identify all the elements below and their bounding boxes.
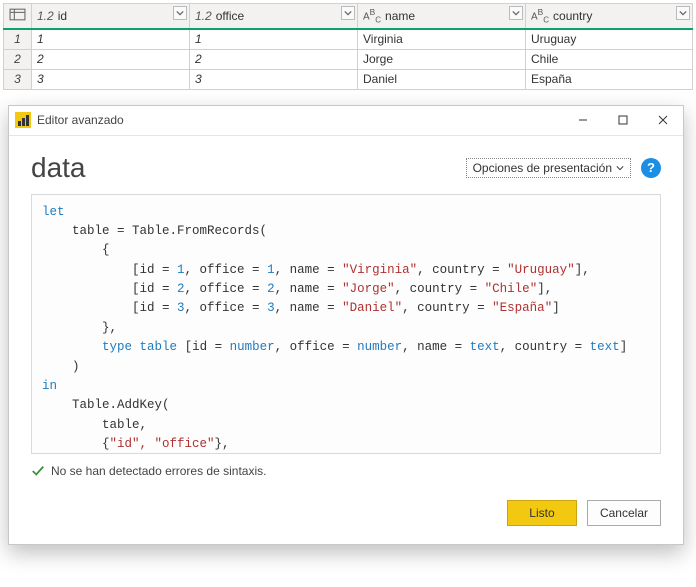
query-name: data bbox=[31, 152, 86, 184]
column-name: country bbox=[553, 9, 592, 23]
row-number: 3 bbox=[4, 69, 32, 89]
help-icon[interactable]: ? bbox=[641, 158, 661, 178]
cell-country: Chile bbox=[526, 49, 693, 69]
display-options-dropdown[interactable]: Opciones de presentación bbox=[466, 158, 631, 178]
close-button[interactable] bbox=[643, 105, 683, 135]
cell-office: 1 bbox=[190, 29, 358, 49]
display-options-label: Opciones de presentación bbox=[473, 161, 612, 175]
chevron-down-icon[interactable] bbox=[676, 6, 690, 20]
check-icon bbox=[31, 464, 45, 478]
column-name: name bbox=[385, 9, 415, 23]
row-number: 1 bbox=[4, 29, 32, 49]
type-label: ABC bbox=[363, 8, 381, 24]
done-button[interactable]: Listo bbox=[507, 500, 577, 526]
column-header-name[interactable]: ABC name bbox=[358, 4, 526, 30]
cell-name: Virginia bbox=[358, 29, 526, 49]
data-grid: 1.2 id 1.2 office ABC name ABC country bbox=[3, 3, 693, 90]
maximize-button[interactable] bbox=[603, 105, 643, 135]
table-row[interactable]: 1 1 1 Virginia Uruguay bbox=[4, 29, 693, 49]
cell-office: 2 bbox=[190, 49, 358, 69]
column-name: id bbox=[58, 9, 67, 23]
row-number: 2 bbox=[4, 49, 32, 69]
table-row[interactable]: 3 3 3 Daniel España bbox=[4, 69, 693, 89]
cell-id: 2 bbox=[32, 49, 190, 69]
cell-id: 3 bbox=[32, 69, 190, 89]
type-label: ABC bbox=[531, 8, 549, 24]
status-text: No se han detectado errores de sintaxis. bbox=[51, 464, 266, 478]
chevron-down-icon[interactable] bbox=[173, 6, 187, 20]
minimize-button[interactable] bbox=[563, 105, 603, 135]
cell-name: Jorge bbox=[358, 49, 526, 69]
cell-name: Daniel bbox=[358, 69, 526, 89]
cancel-button[interactable]: Cancelar bbox=[587, 500, 661, 526]
titlebar: Editor avanzado bbox=[9, 106, 683, 136]
column-header-id[interactable]: 1.2 id bbox=[32, 4, 190, 30]
cell-id: 1 bbox=[32, 29, 190, 49]
type-label: 1.2 bbox=[37, 9, 54, 23]
chevron-down-icon[interactable] bbox=[341, 6, 355, 20]
dialog-title: Editor avanzado bbox=[37, 113, 563, 127]
chevron-down-icon[interactable] bbox=[509, 6, 523, 20]
advanced-editor-dialog: Editor avanzado data Opciones de present… bbox=[8, 105, 684, 545]
table-corner-icon[interactable] bbox=[4, 4, 32, 30]
table-row[interactable]: 2 2 2 Jorge Chile bbox=[4, 49, 693, 69]
grid-header-row: 1.2 id 1.2 office ABC name ABC country bbox=[4, 4, 693, 30]
cell-country: Uruguay bbox=[526, 29, 693, 49]
type-label: 1.2 bbox=[195, 9, 212, 23]
column-header-office[interactable]: 1.2 office bbox=[190, 4, 358, 30]
status-bar: No se han detectado errores de sintaxis. bbox=[31, 464, 661, 478]
cell-office: 3 bbox=[190, 69, 358, 89]
cell-country: España bbox=[526, 69, 693, 89]
column-header-country[interactable]: ABC country bbox=[526, 4, 693, 30]
chevron-down-icon bbox=[616, 164, 624, 172]
code-editor[interactable]: let table = Table.FromRecords( { [id = 1… bbox=[31, 194, 661, 454]
column-name: office bbox=[216, 9, 244, 23]
app-icon bbox=[15, 112, 31, 128]
